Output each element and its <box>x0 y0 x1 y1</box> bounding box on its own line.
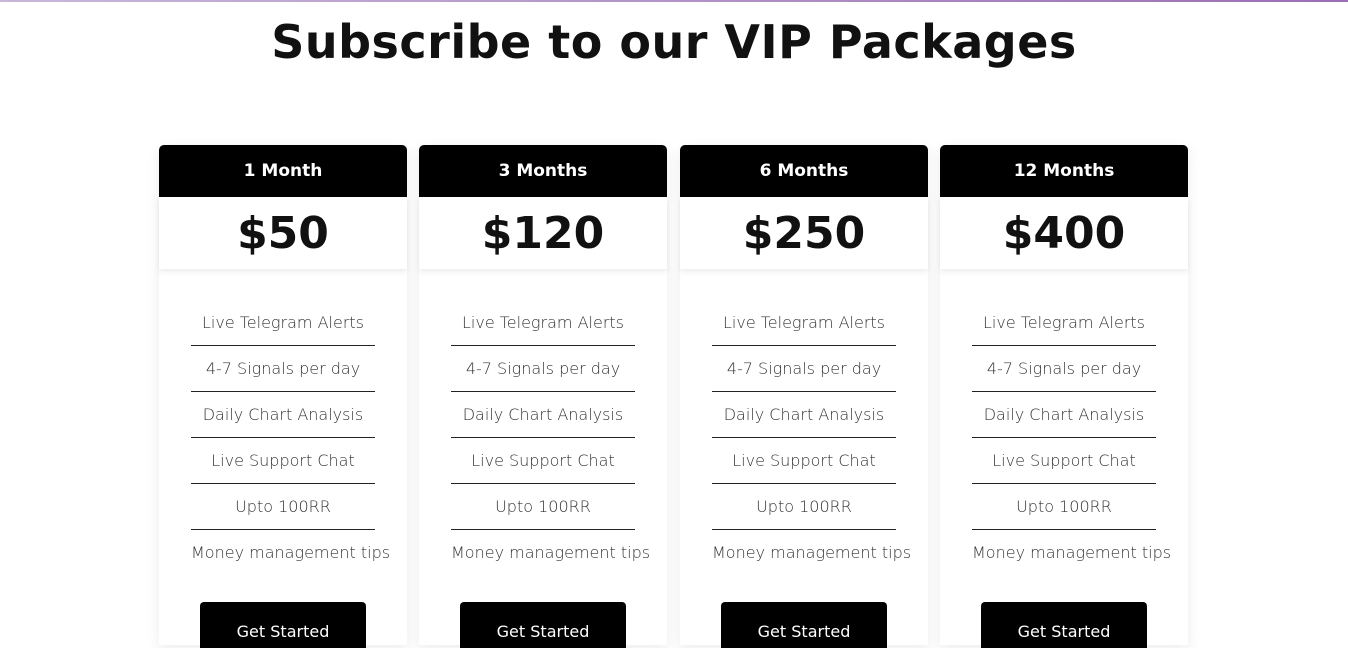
plan-price: $120 <box>419 197 667 269</box>
feature-item: 4-7 Signals per day <box>451 346 635 392</box>
feature-item: Live Support Chat <box>451 438 635 484</box>
plan-price: $250 <box>680 197 928 269</box>
feature-item: Upto 100RR <box>451 484 635 530</box>
feature-item: Live Support Chat <box>712 438 896 484</box>
pricing-card-6-months: 6 Months $250 Live Telegram Alerts 4-7 S… <box>680 145 928 648</box>
feature-item: Daily Chart Analysis <box>712 392 896 438</box>
feature-list: Live Telegram Alerts 4-7 Signals per day… <box>191 300 391 575</box>
get-started-button[interactable]: Get Started <box>200 602 366 648</box>
get-started-button[interactable]: Get Started <box>981 602 1147 648</box>
feature-item: Daily Chart Analysis <box>972 392 1156 438</box>
feature-item: Daily Chart Analysis <box>191 392 375 438</box>
page-title: Subscribe to our VIP Packages <box>271 15 1077 69</box>
plan-price: $400 <box>940 197 1188 269</box>
feature-item: Money management tips <box>972 543 1172 562</box>
feature-item: Money management tips <box>451 543 651 562</box>
top-accent-line <box>0 0 1348 2</box>
feature-item: 4-7 Signals per day <box>191 346 375 392</box>
feature-item: Money management tips <box>191 543 391 562</box>
feature-list: Live Telegram Alerts 4-7 Signals per day… <box>972 300 1172 575</box>
plan-name: 1 Month <box>159 145 407 197</box>
pricing-cards: 1 Month $50 Live Telegram Alerts 4-7 Sig… <box>159 145 1189 648</box>
feature-item: Upto 100RR <box>972 484 1156 530</box>
feature-list: Live Telegram Alerts 4-7 Signals per day… <box>451 300 651 575</box>
feature-item: Live Support Chat <box>972 438 1156 484</box>
feature-item: Upto 100RR <box>712 484 896 530</box>
plan-price: $50 <box>159 197 407 269</box>
feature-item: Live Telegram Alerts <box>972 300 1156 346</box>
feature-item: Upto 100RR <box>191 484 375 530</box>
get-started-button[interactable]: Get Started <box>721 602 887 648</box>
feature-item: Live Telegram Alerts <box>451 300 635 346</box>
feature-item: Money management tips <box>712 543 912 562</box>
feature-item: 4-7 Signals per day <box>972 346 1156 392</box>
plan-name: 6 Months <box>680 145 928 197</box>
feature-item: Live Telegram Alerts <box>712 300 896 346</box>
plan-name: 12 Months <box>940 145 1188 197</box>
get-started-button[interactable]: Get Started <box>460 602 626 648</box>
feature-item: Live Telegram Alerts <box>191 300 375 346</box>
feature-item: Live Support Chat <box>191 438 375 484</box>
plan-name: 3 Months <box>419 145 667 197</box>
pricing-card-12-months: 12 Months $400 Live Telegram Alerts 4-7 … <box>940 145 1188 648</box>
pricing-card-3-months: 3 Months $120 Live Telegram Alerts 4-7 S… <box>419 145 667 648</box>
feature-item: 4-7 Signals per day <box>712 346 896 392</box>
pricing-card-1-month: 1 Month $50 Live Telegram Alerts 4-7 Sig… <box>159 145 407 648</box>
feature-list: Live Telegram Alerts 4-7 Signals per day… <box>712 300 912 575</box>
feature-item: Daily Chart Analysis <box>451 392 635 438</box>
